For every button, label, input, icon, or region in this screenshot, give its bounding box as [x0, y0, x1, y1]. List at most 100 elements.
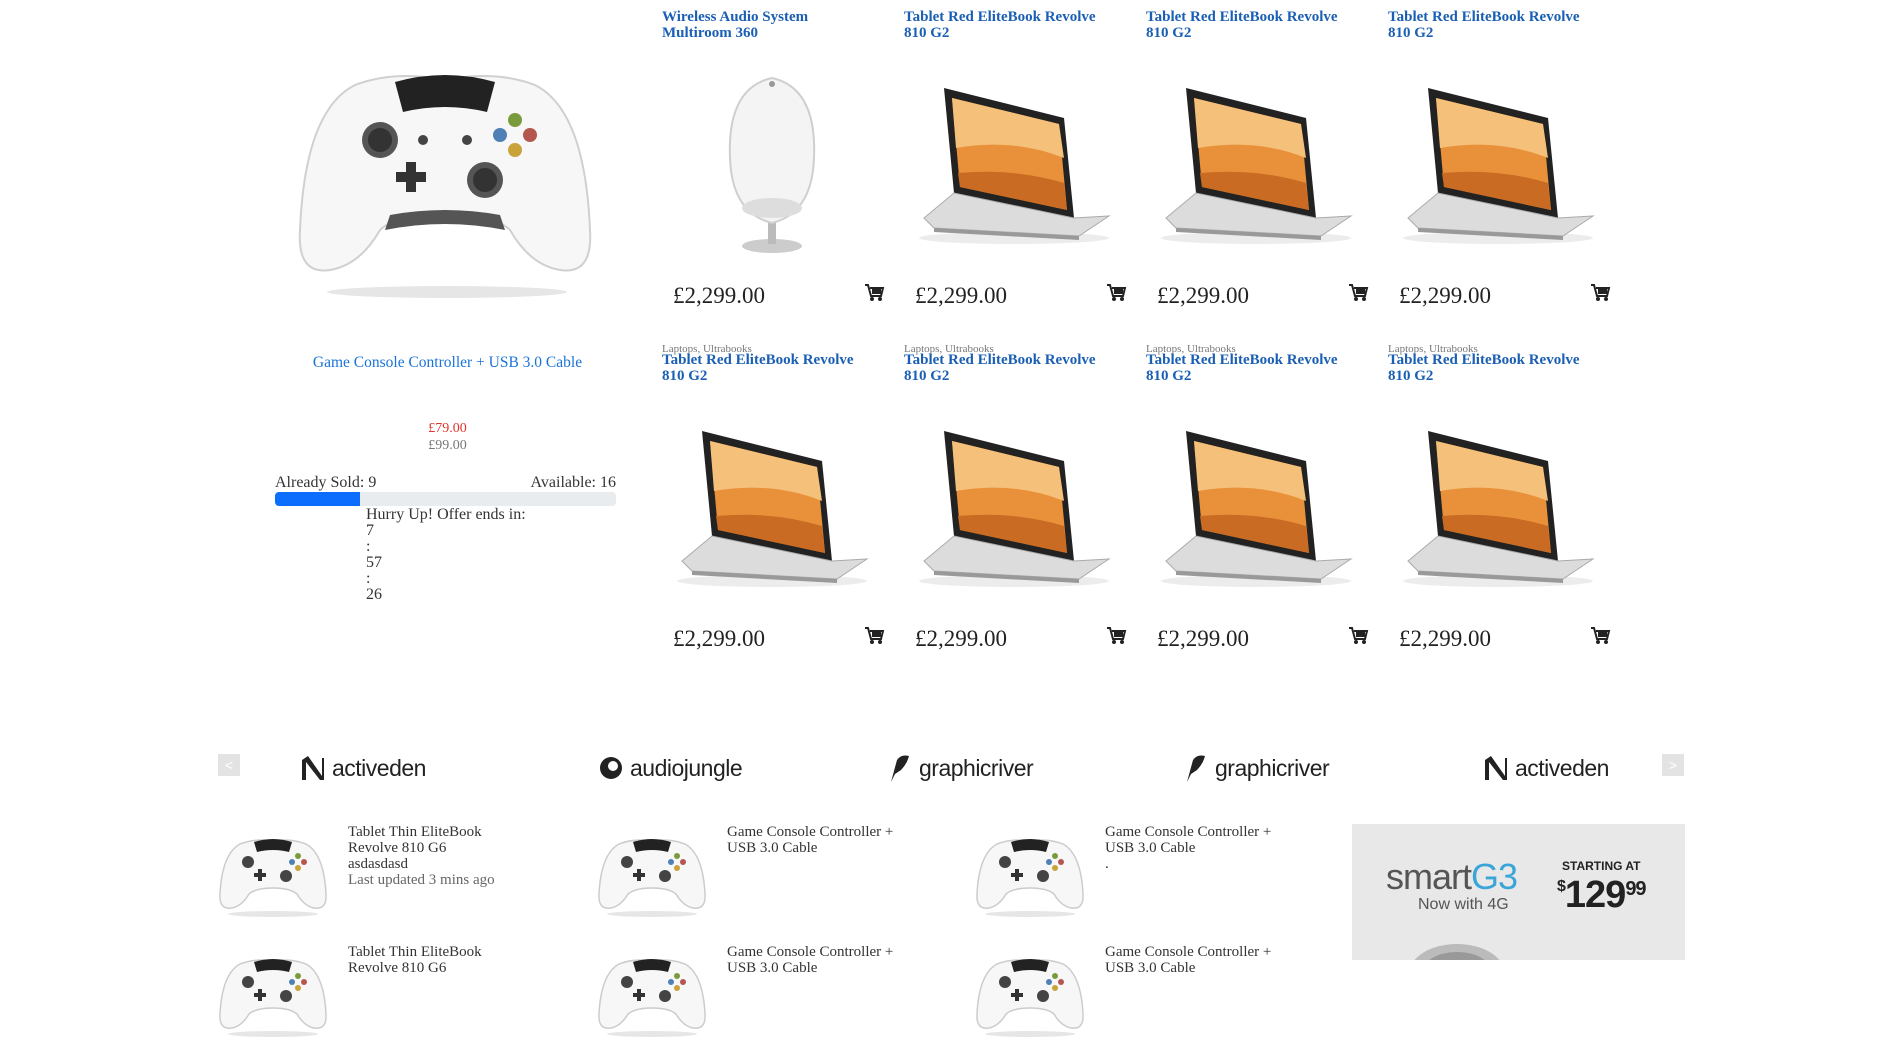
deal-product-title[interactable]: Game Console Controller + USB 3.0 Cable	[275, 354, 620, 372]
add-to-cart-icon[interactable]	[1591, 627, 1611, 645]
stock-row: Already Sold: 9 Available: 16	[275, 474, 616, 492]
brand-logo-graphicriver[interactable]: graphicriver	[1183, 752, 1330, 784]
add-to-cart-icon[interactable]	[1107, 284, 1127, 302]
list-item-title[interactable]: Game Console Controller + USB 3.0 Cable	[1105, 824, 1275, 856]
product-image[interactable]	[672, 68, 872, 258]
list-item-text: Game Console Controller + USB 3.0 Cable	[1105, 944, 1275, 976]
sold-progress-fill	[275, 492, 361, 506]
list-item-text: Game Console Controller + USB 3.0 Cable	[727, 944, 897, 976]
list-item-text: Tablet Thin EliteBook Revolve 810 G6	[348, 944, 518, 976]
product-card[interactable]: Wireless Audio System Multiroom 360 £2,29…	[662, 8, 892, 348]
list-item[interactable]: Game Console Controller + USB 3.0 Cable	[975, 944, 1335, 1054]
product-image[interactable]	[1398, 68, 1598, 258]
product-title[interactable]: Tablet Red EliteBook Revolve 810 G2	[1388, 352, 1603, 384]
add-to-cart-icon[interactable]	[865, 284, 885, 302]
list-item[interactable]: Tablet Thin EliteBook Revolve 810 G6 asda…	[218, 824, 578, 934]
list-item-title[interactable]: Game Console Controller + USB 3.0 Cable	[1105, 944, 1275, 976]
list-item-thumbnail[interactable]	[218, 944, 328, 1039]
brand-logo-audiojungle[interactable]: audiojungle	[598, 752, 743, 784]
product-price: £2,299.00	[915, 283, 1007, 308]
product-card[interactable]: Laptops, Ultrabooks Tablet Red EliteBook …	[904, 343, 1134, 691]
promo-brand: smartG3	[1386, 856, 1518, 897]
product-price: £2,299.00	[1399, 626, 1491, 651]
list-item-title[interactable]: Game Console Controller + USB 3.0 Cable	[727, 824, 897, 856]
product-card[interactable]: Laptops, Ultrabooks Tablet Red EliteBook …	[1388, 343, 1618, 691]
carousel-next-button[interactable]: >	[1662, 754, 1684, 776]
brand-label: activeden	[1515, 754, 1609, 781]
list-item-thumbnail[interactable]	[975, 824, 1085, 919]
product-title[interactable]: Wireless Audio System Multiroom 360	[662, 9, 877, 41]
add-to-cart-icon[interactable]	[865, 627, 885, 645]
list-item[interactable]: Game Console Controller + USB 3.0 Cable.	[975, 824, 1335, 934]
brand-carousel: < activeden audiojungle graphicriver gra…	[215, 748, 1685, 788]
product-card[interactable]: Tablet Red EliteBook Revolve 810 G2 £2,29…	[1146, 8, 1376, 348]
brand-label: graphicriver	[1215, 754, 1330, 781]
list-item[interactable]: Game Console Controller + USB 3.0 Cable	[597, 824, 957, 934]
activeden-icon	[302, 756, 324, 780]
list-item-text: Game Console Controller + USB 3.0 Cable	[727, 824, 897, 856]
list-item-thumbnail[interactable]	[597, 824, 707, 919]
product-price: £2,299.00	[1399, 283, 1491, 308]
countdown-minutes: 57	[366, 554, 382, 571]
list-item-thumbnail[interactable]	[975, 944, 1085, 1039]
brand-label: audiojungle	[630, 754, 743, 781]
sold-progress-bar	[275, 492, 616, 506]
promo-starting-label: STARTING AT	[1562, 859, 1641, 873]
brand-label: graphicriver	[919, 754, 1034, 781]
countdown: Hurry Up! Offer ends in: 7 : 57 : 26	[366, 507, 526, 603]
list-item-meta: Last updated 3 mins ago	[348, 872, 495, 888]
product-price: £2,299.00	[673, 283, 765, 308]
product-card[interactable]: Tablet Red EliteBook Revolve 810 G2 £2,29…	[904, 8, 1134, 348]
list-item-title[interactable]: Tablet Thin EliteBook Revolve 810 G6	[348, 824, 518, 856]
list-item[interactable]: Tablet Thin EliteBook Revolve 810 G6	[218, 944, 578, 1054]
deal-product-image[interactable]	[295, 30, 595, 300]
promo-price: $12999	[1557, 874, 1647, 916]
product-image[interactable]	[672, 411, 872, 601]
product-title[interactable]: Tablet Red EliteBook Revolve 810 G2	[904, 352, 1119, 384]
brand-logo-graphicriver[interactable]: graphicriver	[887, 752, 1034, 784]
deal-sale-price: £79.00	[428, 421, 467, 436]
product-image[interactable]	[1156, 411, 1356, 601]
product-card[interactable]: Tablet Red EliteBook Revolve 810 G2 £2,29…	[1388, 8, 1618, 348]
list-item-thumbnail[interactable]	[218, 824, 328, 919]
product-card[interactable]: Laptops, Ultrabooks Tablet Red EliteBook …	[1146, 343, 1376, 691]
add-to-cart-icon[interactable]	[1107, 627, 1127, 645]
list-item-thumbnail[interactable]	[597, 944, 707, 1039]
deal-old-price: £99.00	[428, 438, 467, 453]
brand-logo-activeden[interactable]: activeden	[1483, 752, 1609, 784]
brand-label: activeden	[332, 754, 426, 781]
graphicriver-icon	[1187, 755, 1205, 782]
promo-tagline: Now with 4G	[1418, 896, 1509, 913]
add-to-cart-icon[interactable]	[1349, 627, 1369, 645]
list-item-title[interactable]: Tablet Thin EliteBook Revolve 810 G6	[348, 944, 518, 976]
promo-banner[interactable]: smartG3 Now with 4G STARTING AT $12999	[1352, 824, 1685, 960]
countdown-separator: :	[366, 538, 371, 555]
already-sold-label: Already Sold: 9	[275, 474, 377, 491]
product-image[interactable]	[1398, 411, 1598, 601]
product-image[interactable]	[914, 68, 1114, 258]
brand-logo-activeden[interactable]: activeden	[300, 752, 426, 784]
promo-phone-image	[1414, 944, 1500, 960]
list-item-title[interactable]: Game Console Controller + USB 3.0 Cable	[727, 944, 897, 976]
product-title[interactable]: Tablet Red EliteBook Revolve 810 G2	[1388, 9, 1603, 41]
list-item[interactable]: Game Console Controller + USB 3.0 Cable	[597, 944, 957, 1054]
product-price: £2,299.00	[1157, 283, 1249, 308]
countdown-separator: :	[366, 570, 371, 587]
list-item-text: Game Console Controller + USB 3.0 Cable.	[1105, 824, 1275, 872]
hurry-label: Hurry Up! Offer ends in:	[366, 506, 526, 523]
deal-of-the-day: Game Console Controller + USB 3.0 Cable …	[275, 0, 620, 620]
list-item-subtitle: .	[1105, 856, 1109, 872]
add-to-cart-icon[interactable]	[1591, 284, 1611, 302]
product-image[interactable]	[1156, 68, 1356, 258]
product-title[interactable]: Tablet Red EliteBook Revolve 810 G2	[904, 9, 1119, 41]
product-card[interactable]: Laptops, Ultrabooks Tablet Red EliteBook …	[662, 343, 892, 691]
product-title[interactable]: Tablet Red EliteBook Revolve 810 G2	[1146, 9, 1361, 41]
product-title[interactable]: Tablet Red EliteBook Revolve 810 G2	[662, 352, 877, 384]
add-to-cart-icon[interactable]	[1349, 284, 1369, 302]
graphicriver-icon	[891, 755, 909, 782]
carousel-prev-button[interactable]: <	[218, 754, 240, 776]
product-price: £2,299.00	[915, 626, 1007, 651]
product-title[interactable]: Tablet Red EliteBook Revolve 810 G2	[1146, 352, 1361, 384]
list-item-subtitle: asdasdasd	[348, 856, 408, 872]
product-image[interactable]	[914, 411, 1114, 601]
